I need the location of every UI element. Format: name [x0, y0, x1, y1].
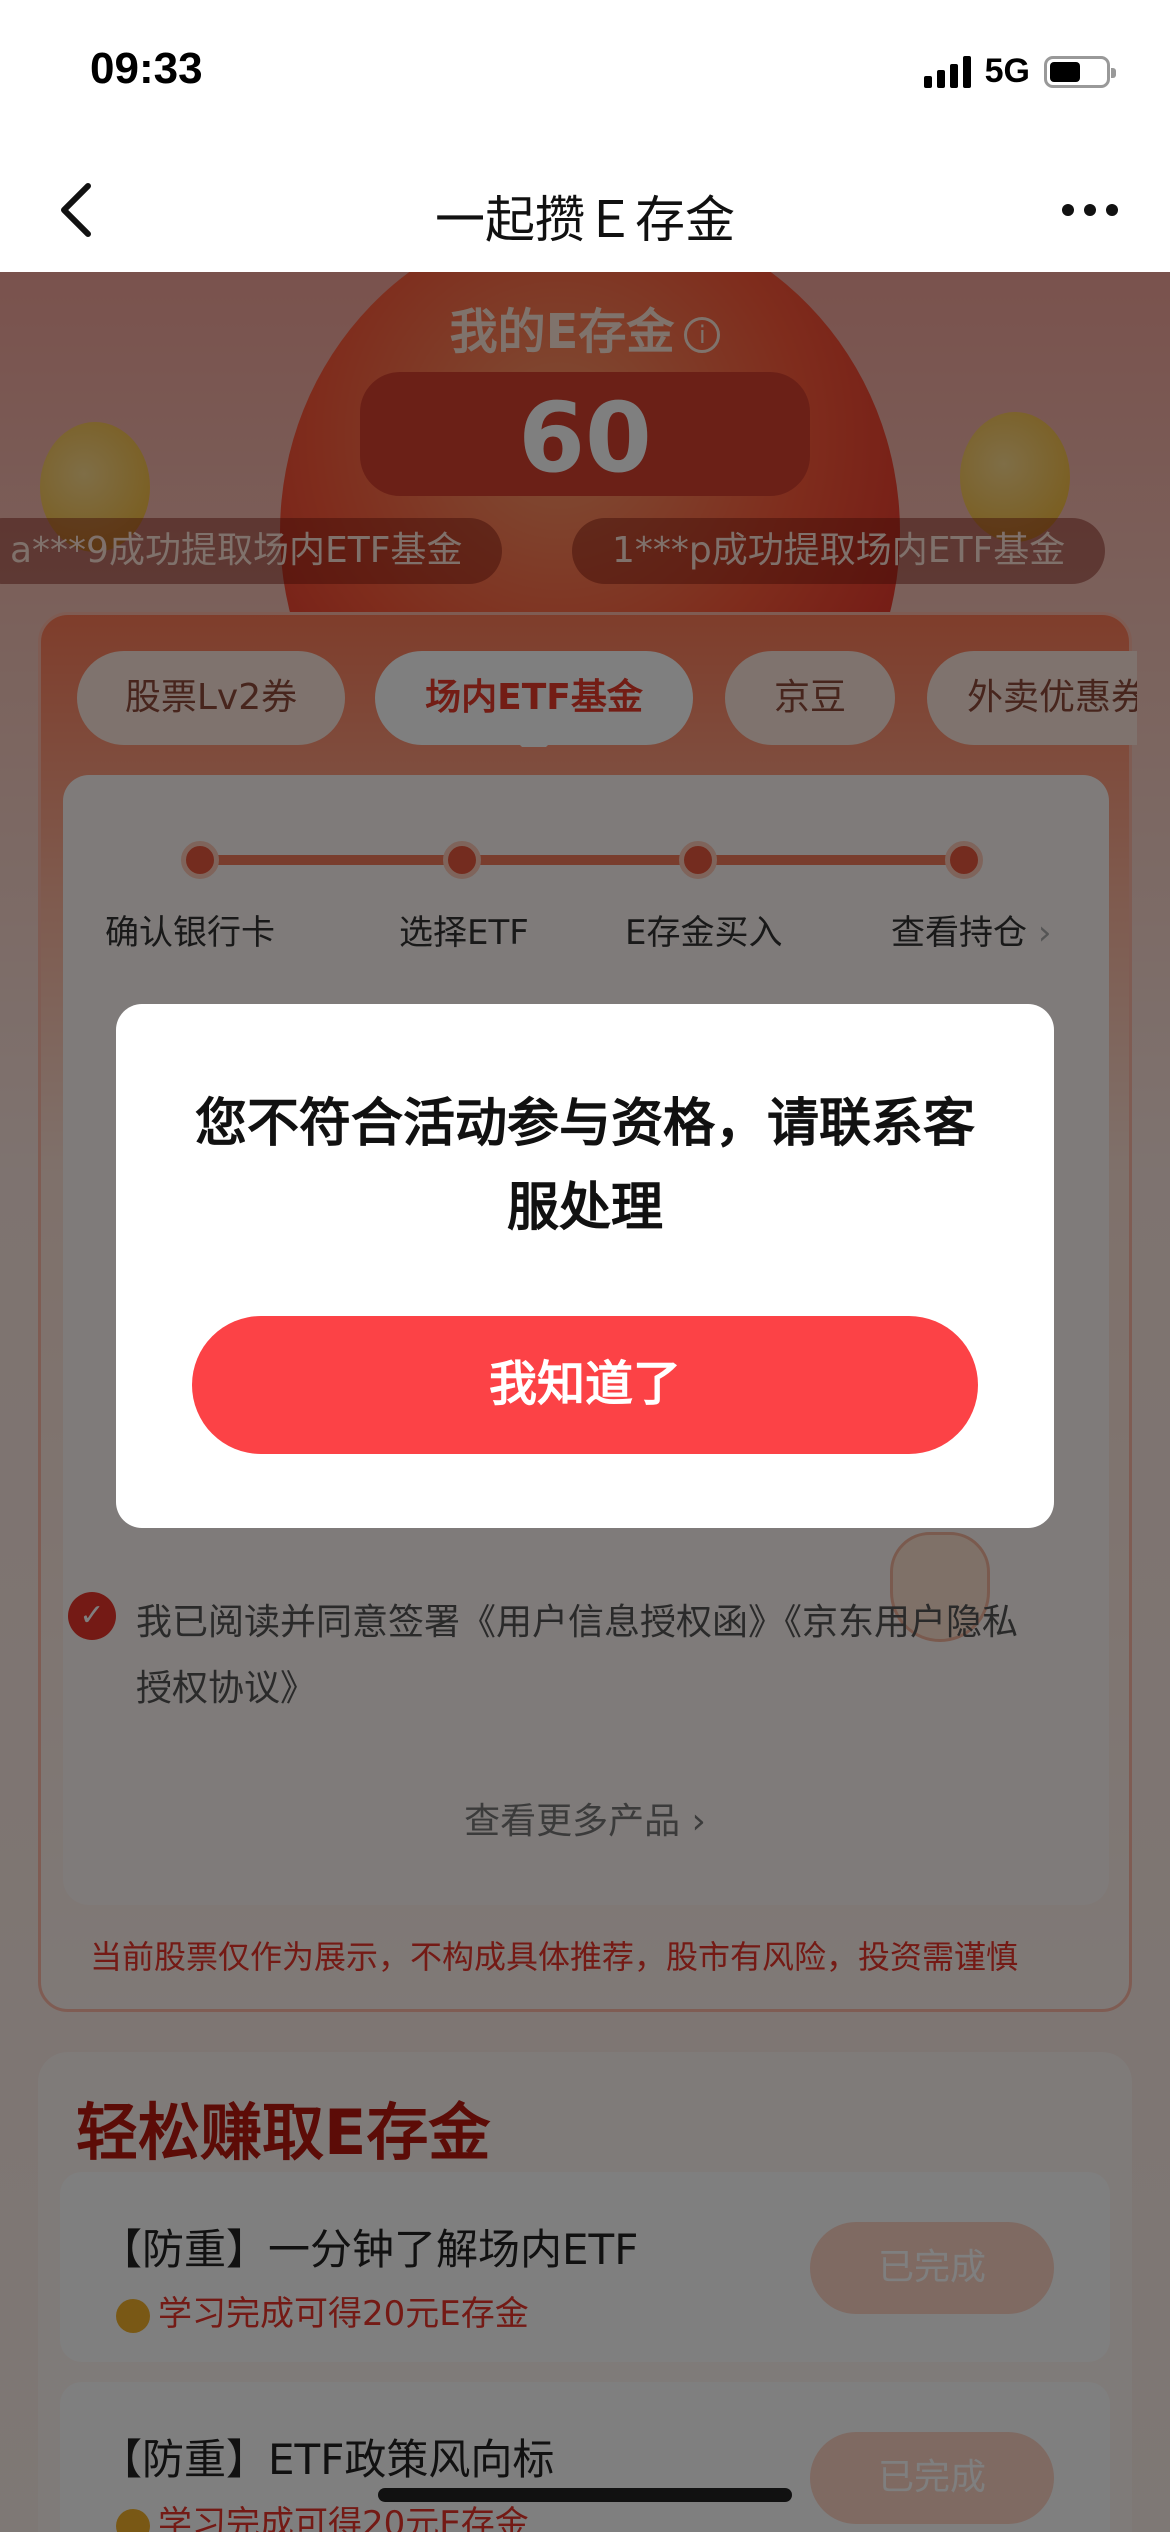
more-button[interactable]	[1050, 180, 1130, 240]
confirm-button[interactable]: 我知道了	[192, 1316, 978, 1454]
signal-icon	[923, 55, 971, 88]
dialog-message: 您不符合活动参与资格，请联系客服处理	[194, 1094, 975, 1238]
eligibility-dialog: 您不符合活动参与资格，请联系客服处理 我知道了	[116, 1004, 1054, 1528]
nav-bar: 一起攒Ｅ存金	[0, 150, 1170, 272]
home-indicator[interactable]	[378, 2488, 792, 2502]
battery-icon	[1044, 55, 1116, 88]
network-label: 5G	[984, 52, 1030, 90]
page-title: 一起攒Ｅ存金	[435, 191, 735, 249]
status-bar: 09:33 5G	[0, 0, 1170, 150]
more-dots-icon	[1062, 204, 1074, 216]
status-indicators: 5G	[923, 52, 1116, 91]
status-time: 09:33	[90, 44, 203, 93]
